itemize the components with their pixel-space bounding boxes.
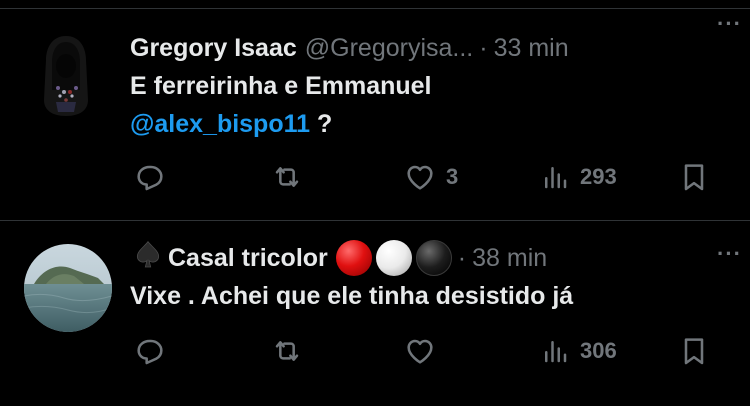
red-circle-emoji [335, 240, 372, 276]
avatar-casal-tricolor[interactable] [24, 244, 112, 332]
reply-button[interactable] [134, 157, 176, 197]
like-count: 3 [446, 164, 459, 189]
tweet-text: Vixe . Achei que ele tinha desistido já [130, 277, 730, 315]
spade-emoji [130, 239, 166, 278]
bookmark-button[interactable] [678, 331, 710, 371]
reply-icon [137, 339, 163, 365]
action-bar: 306 [130, 331, 730, 371]
reply-button[interactable] [134, 331, 176, 371]
more-icon[interactable]: ··· [717, 241, 742, 267]
tweet-text-line: Vixe . Achei que ele tinha desistido já [130, 282, 574, 310]
bookmark-icon [684, 164, 704, 191]
action-bar: 3 293 [130, 157, 730, 197]
avatar-image [22, 30, 110, 118]
separator-dot: · [457, 243, 467, 272]
views-icon [545, 341, 567, 363]
views-button[interactable]: 293 [540, 157, 617, 197]
views-button[interactable]: 306 [540, 331, 617, 371]
like-icon [407, 165, 433, 190]
bookmark-button[interactable] [678, 157, 710, 197]
mention-link[interactable]: @alex_bispo11 [130, 110, 310, 138]
tweet-text-line: @alex_bispo11 ? [130, 105, 730, 143]
tweet-content: Casal tricolor · 38 min Vixe . Achei que… [130, 239, 730, 315]
avatar-image [24, 244, 112, 332]
views-icon [545, 167, 567, 189]
retweet-icon [275, 167, 299, 187]
tweet-2[interactable]: Casal tricolor · 38 min Vixe . Achei que… [0, 221, 750, 406]
timestamp[interactable]: 33 min [494, 34, 569, 63]
user-handle[interactable]: @Gregoryisa... [305, 34, 473, 63]
tweet-1[interactable]: Gregory Isaac @Gregoryisa... · 33 min E … [0, 9, 750, 220]
like-button[interactable] [404, 331, 446, 371]
tweet-header: Casal tricolor · 38 min [130, 239, 730, 278]
reply-icon [137, 165, 163, 191]
like-icon [407, 339, 433, 364]
tweet-text: E ferreirinha e Emmanuel @alex_bispo11 ? [130, 67, 730, 143]
views-count: 306 [580, 338, 617, 363]
white-circle-emoji [375, 240, 412, 276]
tweet-content: Gregory Isaac @Gregoryisa... · 33 min E … [130, 31, 730, 143]
black-circle-emoji [415, 240, 452, 276]
timestamp[interactable]: 38 min [472, 244, 547, 273]
more-icon[interactable]: ··· [717, 11, 742, 37]
avatar-gregory[interactable] [22, 30, 110, 118]
retweet-icon [275, 341, 299, 361]
display-name[interactable]: Gregory Isaac [130, 34, 297, 63]
tweet-header: Gregory Isaac @Gregoryisa... · 33 min [130, 31, 730, 65]
views-count: 293 [580, 164, 617, 189]
separator-dot: · [479, 33, 488, 62]
tweet-text-line: E ferreirinha e Emmanuel [130, 72, 432, 100]
tweet-text-tail: ? [310, 110, 333, 138]
display-name[interactable]: Casal tricolor [168, 244, 328, 273]
retweet-button[interactable] [270, 157, 314, 197]
retweet-button[interactable] [270, 331, 314, 371]
timeline: Gregory Isaac @Gregoryisa... · 33 min E … [0, 0, 750, 406]
like-button[interactable]: 3 [404, 157, 458, 197]
bookmark-icon [684, 338, 704, 365]
